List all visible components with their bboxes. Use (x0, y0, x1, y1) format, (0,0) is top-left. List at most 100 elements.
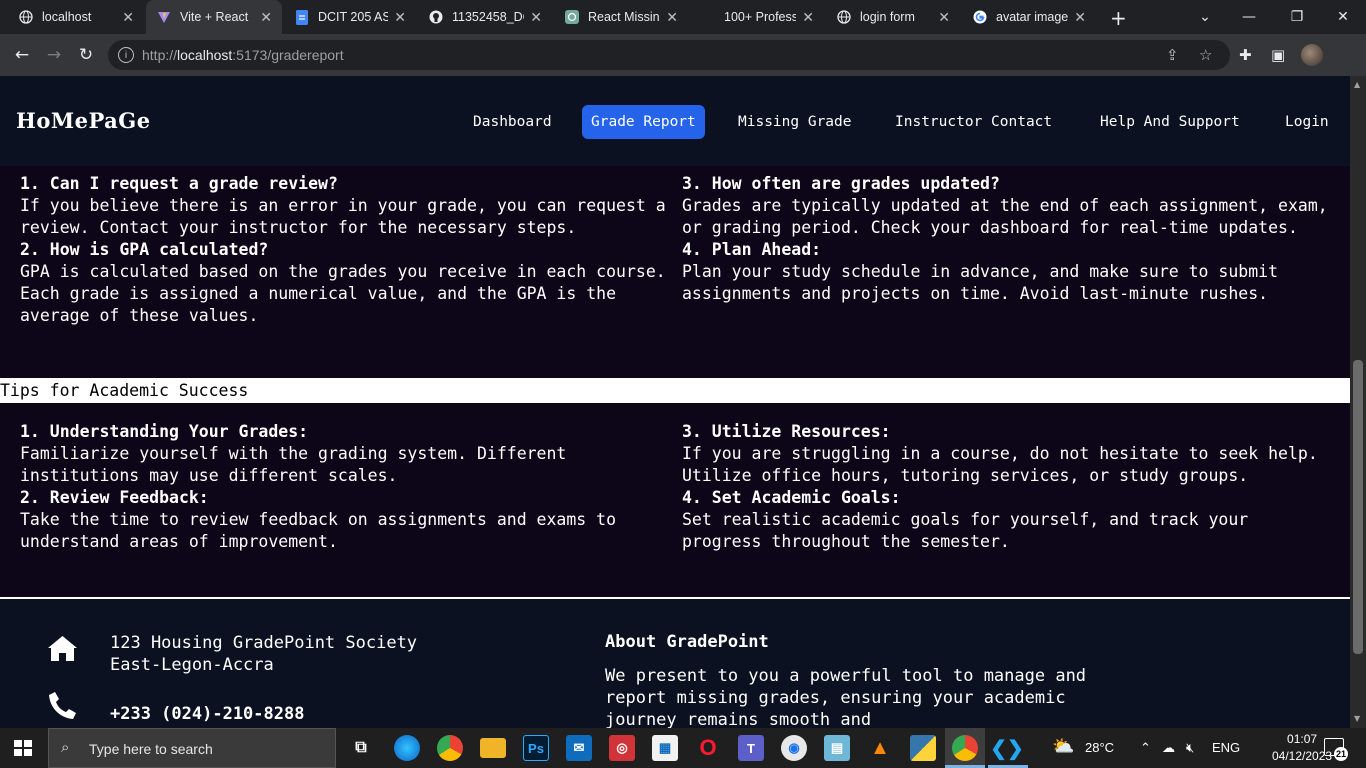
opera-icon[interactable]: O (695, 735, 721, 761)
url-text[interactable]: http://localhost:5173/gradereport (142, 47, 344, 63)
chrome-icon[interactable] (437, 735, 463, 761)
language-indicator[interactable]: ENG (1212, 740, 1240, 755)
weather-temp[interactable]: 28°C (1085, 740, 1114, 755)
weather-icon[interactable]: ⛅ (1052, 736, 1074, 757)
windows-start-icon[interactable] (14, 740, 32, 756)
faq-question: 3. How often are grades updated? (682, 174, 1000, 193)
tab-vite-react[interactable]: Vite + React ✕ (146, 0, 282, 34)
tip-text: Take the time to review feedback on assi… (20, 510, 617, 551)
forward-arrow-icon[interactable]: → (42, 43, 66, 67)
browser-tab-strip: localhost ✕ Vite + React ✕ DCIT 205 ASS … (0, 0, 1366, 34)
tab-localhost[interactable]: localhost ✕ (8, 0, 144, 34)
speaker-muted-icon[interactable]: 🔇︎ (1186, 740, 1194, 756)
scroll-down-arrow-icon[interactable]: ▼ (1354, 714, 1360, 723)
faq-question: 1. Can I request a grade review? (20, 174, 338, 193)
vlc-icon[interactable]: ▲ (867, 735, 893, 761)
close-icon[interactable]: ✕ (666, 9, 678, 26)
tab-search-chevron-icon[interactable]: ⌄ (1182, 0, 1228, 34)
search-icon: ⌕ (61, 739, 70, 756)
extensions-puzzle-icon[interactable]: ✚ (1239, 46, 1252, 64)
tip-heading: 3. Utilize Resources: (682, 422, 891, 441)
nav-help-and-support[interactable]: Help And Support (1091, 105, 1249, 139)
info-icon[interactable]: i (118, 47, 134, 63)
close-icon[interactable]: ✕ (1074, 9, 1086, 26)
tip-text: Set realistic academic goals for yoursel… (682, 510, 1249, 551)
faq-answer: If you believe there is an error in your… (20, 196, 666, 237)
notes-app-icon[interactable]: ▤ (824, 735, 850, 761)
tab-label: avatar image (996, 10, 1069, 24)
file-explorer-icon[interactable] (480, 738, 506, 758)
close-icon[interactable]: ✕ (122, 9, 134, 26)
site-header: HoMePaGe Dashboard Grade Report Missing … (0, 76, 1350, 166)
tips-section-title: Tips for Academic Success (0, 381, 249, 400)
close-icon[interactable]: ✕ (802, 9, 814, 26)
home-icon (47, 635, 78, 666)
photoshop-icon[interactable]: Ps (523, 735, 549, 761)
tip-text: Familiarize yourself with the grading sy… (20, 444, 567, 485)
nav-grade-report[interactable]: Grade Report (582, 105, 705, 139)
faq-answer: Grades are typically updated at the end … (682, 196, 1328, 237)
python-icon[interactable] (910, 735, 936, 761)
tip-heading: 1. Understanding Your Grades: (20, 422, 309, 441)
page-scrollbar[interactable]: ▲ ▼ (1350, 76, 1366, 728)
tab-avatar-image[interactable]: avatar image ✕ (962, 0, 1096, 34)
store-icon[interactable]: ▦ (652, 735, 678, 761)
page-viewport: HoMePaGe Dashboard Grade Report Missing … (0, 76, 1350, 728)
share-icon[interactable]: ⇪ (1166, 46, 1179, 64)
page-icon (700, 9, 716, 25)
close-icon[interactable]: ✕ (260, 9, 272, 26)
chrome-active-icon[interactable] (952, 735, 978, 761)
tips-section: 1. Understanding Your Grades: Familiariz… (0, 403, 1350, 597)
scrollbar-thumb[interactable] (1353, 360, 1363, 654)
faq-question: 2. How is GPA calculated? (20, 240, 269, 259)
tips-right-column: 3. Utilize Resources: If you are struggl… (682, 421, 1332, 553)
tab-github[interactable]: 11352458_DC ✕ (418, 0, 552, 34)
phone-number-text: +233 (024)-210-8288 (110, 704, 305, 724)
onedrive-cloud-icon[interactable]: ☁ (1162, 740, 1175, 756)
new-tab-button[interactable]: + (1110, 6, 1127, 30)
taskbar-search-box[interactable]: ⌕ Type here to search (48, 728, 336, 768)
chatgpt-icon (564, 9, 580, 25)
scroll-up-arrow-icon[interactable]: ▲ (1354, 80, 1360, 89)
search-placeholder: Type here to search (89, 741, 213, 757)
address-bar[interactable]: i http://localhost:5173/gradereport ⇪ ☆ (108, 40, 1230, 70)
mail-icon[interactable]: ✉ (566, 735, 592, 761)
tab-dcit-205[interactable]: DCIT 205 ASS ✕ (284, 0, 416, 34)
about-title: About GradePoint (605, 632, 769, 652)
tab-react-missing[interactable]: React Missing ✕ (554, 0, 688, 34)
media-app-icon[interactable]: ◎ (609, 735, 635, 761)
tray-chevron-up-icon[interactable]: ⌃ (1140, 740, 1151, 756)
faq-answer: GPA is calculated based on the grades yo… (20, 262, 666, 325)
close-icon[interactable]: ✕ (530, 9, 542, 26)
close-icon[interactable]: ✕ (938, 9, 950, 26)
edge-icon[interactable] (394, 735, 420, 761)
nav-login[interactable]: Login (1276, 105, 1338, 139)
github-icon (428, 9, 444, 25)
brand-logo-text[interactable]: HoMePaGe (16, 108, 151, 133)
task-view-icon[interactable]: ⧉ (348, 735, 374, 761)
close-window-button[interactable]: ✕ (1320, 0, 1366, 34)
nav-instructor-contact[interactable]: Instructor Contact (886, 105, 1061, 139)
nav-missing-grade[interactable]: Missing Grade (729, 105, 861, 139)
reload-icon[interactable]: ↻ (74, 43, 98, 67)
browser-app-icon[interactable]: ◉ (781, 735, 807, 761)
profile-avatar[interactable] (1301, 44, 1323, 66)
tab-label: 11352458_DC (452, 10, 525, 24)
faq-answer: Plan your study schedule in advance, and… (682, 262, 1279, 303)
back-arrow-icon[interactable]: ← (10, 43, 34, 67)
about-text: We present to you a powerful tool to man… (605, 666, 1087, 728)
faq-question: 4. Plan Ahead: (682, 240, 822, 259)
globe-icon (18, 9, 34, 25)
faq-section: 1. Can I request a grade review? If you … (0, 166, 1350, 378)
minimize-button[interactable]: — (1226, 0, 1272, 34)
teams-icon[interactable]: T (738, 735, 764, 761)
faq-left-column: 1. Can I request a grade review? If you … (20, 173, 670, 327)
bookmark-star-icon[interactable]: ☆ (1199, 46, 1212, 64)
tab-100-professional[interactable]: 100+ Profess ✕ (690, 0, 824, 34)
restore-button[interactable]: ❐ (1274, 0, 1320, 34)
tab-login-form[interactable]: login form ✕ (826, 0, 960, 34)
vscode-icon[interactable]: ❮❯ (990, 735, 1024, 761)
side-panel-icon[interactable]: ▣ (1271, 46, 1285, 64)
nav-dashboard[interactable]: Dashboard (464, 105, 561, 139)
close-icon[interactable]: ✕ (394, 9, 406, 26)
